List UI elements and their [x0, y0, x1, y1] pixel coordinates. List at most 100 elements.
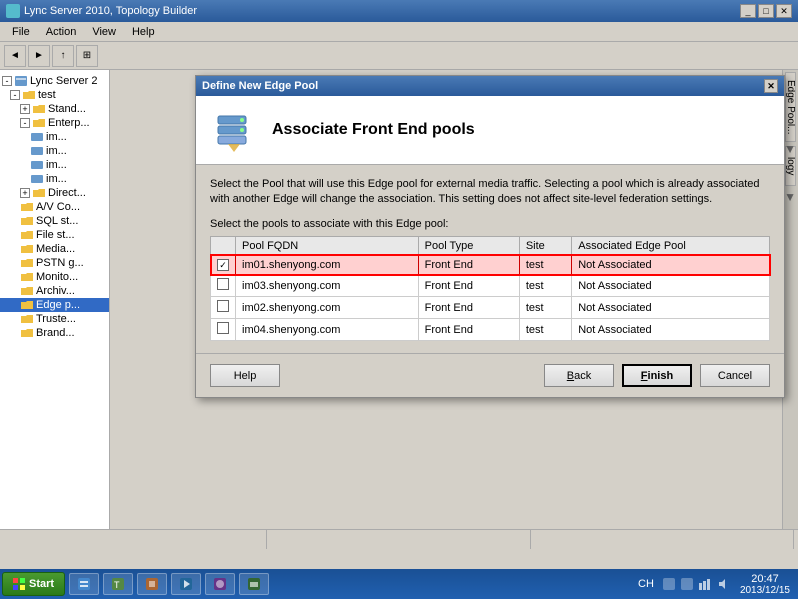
tree-item-archiv[interactable]: Archiv...	[0, 284, 109, 298]
maximize-button[interactable]: □	[758, 4, 774, 18]
tree-item-lyncserver[interactable]: - Lync Server 2	[0, 74, 109, 88]
finish-button[interactable]: Finish	[622, 364, 692, 387]
folder-icon	[32, 117, 46, 129]
dialog-body: Select the Pool that will use this Edge …	[196, 165, 784, 353]
menu-view[interactable]: View	[84, 24, 124, 40]
cancel-button[interactable]: Cancel	[700, 364, 770, 387]
folder-icon	[20, 201, 34, 213]
taskbar-app-icon-2: T	[110, 576, 126, 592]
row-associated: Not Associated	[572, 297, 770, 319]
table-row[interactable]: im03.shenyong.com Front End test Not Ass…	[211, 275, 770, 297]
dialog-sub-label: Select the pools to associate with this …	[210, 218, 770, 230]
right-panel: Edge Pool... logy ▼ ▼ Define New Edge Po…	[110, 70, 798, 529]
main-area: - Lync Server 2 - test + Stand... - Ente…	[0, 70, 798, 529]
taskbar-app-2[interactable]: T	[103, 573, 133, 595]
table-row[interactable]: im04.shenyong.com Front End test Not Ass…	[211, 319, 770, 341]
taskbar-app-5[interactable]	[205, 573, 235, 595]
toolbar-btn-3[interactable]: ↑	[52, 45, 74, 67]
tree-label: SQL st...	[36, 215, 78, 227]
dialog-close-button[interactable]: ✕	[764, 79, 778, 93]
tree-label: Stand...	[48, 103, 86, 115]
tree-item-media[interactable]: Media...	[0, 242, 109, 256]
side-arrow-down[interactable]: ▼	[784, 142, 796, 156]
tree-item-test[interactable]: - test	[0, 88, 109, 102]
help-button[interactable]: Help	[210, 364, 280, 387]
tree-label: Lync Server 2	[30, 75, 97, 87]
row-type: Front End	[418, 255, 519, 275]
taskbar-app-6[interactable]	[239, 573, 269, 595]
app-title: Lync Server 2010, Topology Builder	[24, 5, 197, 17]
toolbar-btn-4[interactable]: ⊞	[76, 45, 98, 67]
taskbar: Start T	[0, 569, 798, 599]
checkbox[interactable]	[217, 322, 229, 334]
tree-item-im2[interactable]: im...	[0, 144, 109, 158]
tree-item-brand[interactable]: Brand...	[0, 326, 109, 340]
tree-item-im1[interactable]: im...	[0, 130, 109, 144]
row-checkbox-cell[interactable]	[211, 297, 236, 319]
folder-icon	[20, 257, 34, 269]
row-site: test	[519, 297, 571, 319]
checkbox[interactable]	[217, 278, 229, 290]
table-row[interactable]: ✓ im01.shenyong.com Front End test Not A…	[211, 255, 770, 275]
tree-label: Truste...	[36, 313, 76, 325]
tree-item-file[interactable]: File st...	[0, 228, 109, 242]
minimize-button[interactable]: _	[740, 4, 756, 18]
folder-icon	[32, 187, 46, 199]
expand-icon[interactable]: -	[2, 76, 12, 86]
row-checkbox-cell[interactable]	[211, 275, 236, 297]
tree-label: Enterp...	[48, 117, 90, 129]
clock: 20:47 2013/12/15	[734, 573, 796, 596]
side-arrow-down2[interactable]: ▼	[784, 190, 796, 204]
tree-item-stand[interactable]: + Stand...	[0, 102, 109, 116]
row-associated: Not Associated	[572, 255, 770, 275]
tree-item-edge[interactable]: Edge p...	[0, 298, 109, 312]
tree-item-pstn[interactable]: PSTN g...	[0, 256, 109, 270]
tree-item-direct[interactable]: + Direct...	[0, 186, 109, 200]
menu-action[interactable]: Action	[38, 24, 85, 40]
taskbar-app-3[interactable]	[137, 573, 167, 595]
back-toolbar-button[interactable]: ◄	[4, 45, 26, 67]
row-checkbox-cell[interactable]	[211, 319, 236, 341]
tree-item-im3[interactable]: im...	[0, 158, 109, 172]
checkbox[interactable]	[217, 300, 229, 312]
dialog-header: Associate Front End pools	[196, 96, 784, 165]
expand-icon[interactable]: +	[20, 104, 30, 114]
taskbar-app-4[interactable]	[171, 573, 201, 595]
row-type: Front End	[418, 275, 519, 297]
dialog-title-bar: Define New Edge Pool ✕	[196, 76, 784, 96]
menu-help[interactable]: Help	[124, 24, 163, 40]
app-icon	[6, 4, 20, 18]
tree-label: im...	[46, 131, 67, 143]
folder-icon	[20, 313, 34, 325]
forward-toolbar-button[interactable]: ►	[28, 45, 50, 67]
dialog-title: Define New Edge Pool	[202, 80, 318, 92]
expand-icon[interactable]: +	[20, 188, 30, 198]
tree-item-av[interactable]: A/V Co...	[0, 200, 109, 214]
row-checkbox-cell[interactable]: ✓	[211, 255, 236, 275]
taskbar-right: CH 20:47 2013/12/15	[634, 573, 796, 596]
taskbar-app-1[interactable]	[69, 573, 99, 595]
expand-icon[interactable]: -	[10, 90, 20, 100]
taskbar-app-icon-4	[178, 576, 194, 592]
menu-file[interactable]: File	[4, 24, 38, 40]
locale-indicator: CH	[634, 578, 658, 590]
tree-item-monitor[interactable]: Monito...	[0, 270, 109, 284]
side-panel-edge[interactable]: Edge Pool...	[785, 72, 796, 142]
tree-item-truste[interactable]: Truste...	[0, 312, 109, 326]
status-segment-3	[531, 530, 794, 549]
server-icon	[14, 75, 28, 87]
dialog-define-edge-pool: Define New Edge Pool ✕	[195, 75, 785, 398]
status-bar	[0, 529, 798, 549]
expand-icon[interactable]: -	[20, 118, 30, 128]
back-button[interactable]: Back	[544, 364, 614, 387]
tray-icon-2	[680, 577, 694, 591]
tree-item-sql[interactable]: SQL st...	[0, 214, 109, 228]
table-row[interactable]: im02.shenyong.com Front End test Not Ass…	[211, 297, 770, 319]
tree-item-im4[interactable]: im...	[0, 172, 109, 186]
checkbox[interactable]: ✓	[217, 259, 229, 271]
tree-item-enterp[interactable]: - Enterp...	[0, 116, 109, 130]
server-icon	[30, 159, 44, 171]
close-button[interactable]: ✕	[776, 4, 792, 18]
start-button[interactable]: Start	[2, 572, 65, 596]
clock-time: 20:47	[740, 573, 790, 585]
